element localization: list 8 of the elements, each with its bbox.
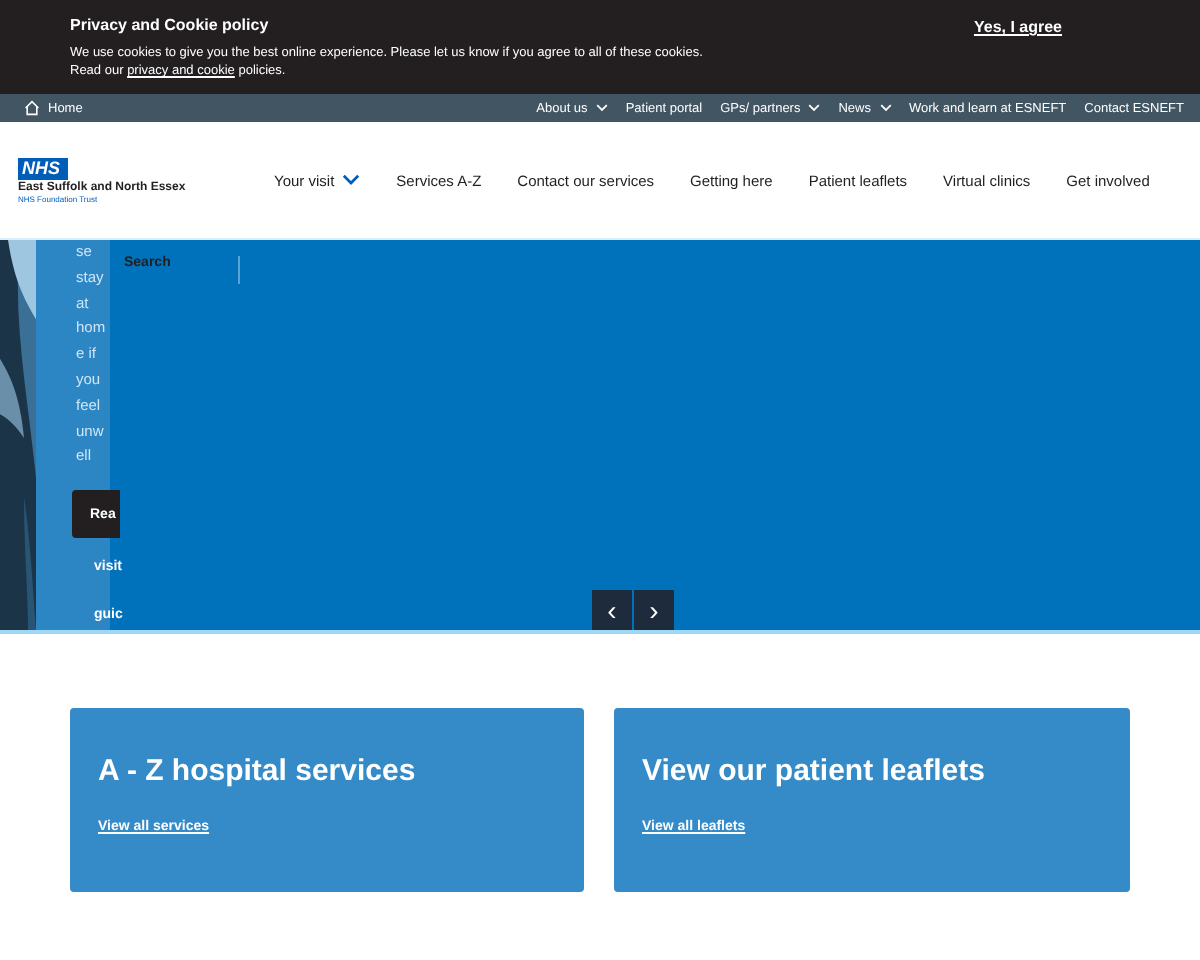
card-title: A - Z hospital services [98, 754, 418, 788]
next-slide-button[interactable]: › [634, 590, 674, 630]
home-icon [24, 100, 40, 116]
nhs-logo: NHS [18, 157, 68, 179]
previous-slide-button[interactable]: ‹ [592, 590, 632, 630]
cookie-title: Privacy and Cookie policy [70, 16, 271, 34]
agree-link[interactable]: Yes, I agree [973, 18, 1062, 38]
card-title: View our patient leaflets [642, 754, 987, 788]
